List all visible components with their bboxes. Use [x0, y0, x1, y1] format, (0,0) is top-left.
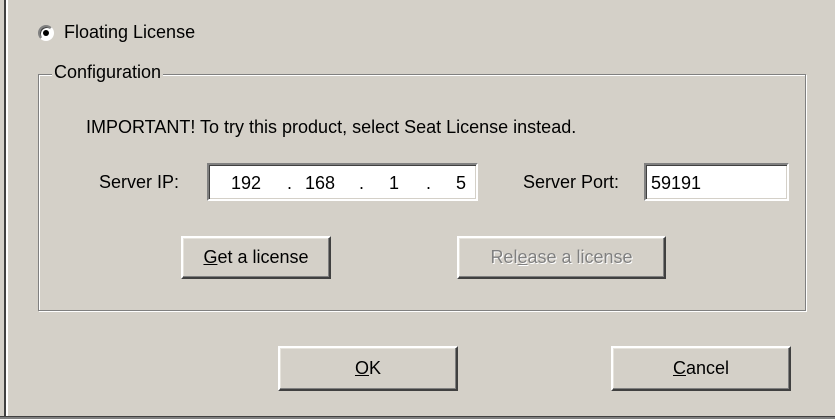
ip-octet-4[interactable]: 5 — [456, 173, 466, 194]
important-note: IMPORTANT! To try this product, select S… — [86, 117, 577, 137]
release-license-mnemonic: e — [517, 247, 528, 267]
floating-license-label[interactable]: Floating License — [64, 22, 195, 43]
release-license-label-prefix: Rel — [490, 247, 518, 267]
ip-dot-1: . — [287, 173, 293, 193]
server-port-input[interactable]: 59191 — [644, 163, 789, 201]
ip-octet-3[interactable]: 1 — [389, 173, 399, 194]
cancel-label-rest: ancel — [685, 358, 730, 378]
server-port-label: Server Port: — [523, 172, 620, 192]
ok-label-rest: K — [369, 358, 382, 378]
ip-octet-2[interactable]: 168 — [305, 173, 335, 194]
server-ip-input[interactable]: 192 . 168 . 1 . 5 — [207, 163, 478, 201]
get-license-button[interactable]: Get a license — [181, 236, 331, 279]
floating-license-option[interactable]: Floating License — [38, 22, 195, 43]
server-ip-label: Server IP: — [99, 172, 180, 192]
get-license-label-rest: et a license — [217, 247, 309, 267]
get-license-mnemonic: G — [203, 247, 218, 267]
floating-license-radio[interactable] — [38, 24, 54, 41]
ip-dot-3: . — [426, 173, 432, 193]
window-left-border — [0, 0, 8, 419]
ok-button[interactable]: OK — [278, 346, 458, 391]
release-license-label-rest: ase a license — [527, 247, 633, 267]
ok-mnemonic: O — [354, 358, 369, 378]
cancel-button[interactable]: Cancel — [611, 346, 791, 391]
ip-octet-1[interactable]: 192 — [231, 173, 261, 194]
cancel-mnemonic: C — [672, 358, 686, 378]
release-license-button: Rel e ase a license — [457, 236, 666, 279]
ip-dot-2: . — [359, 173, 365, 193]
configuration-group-title: Configuration — [52, 62, 164, 83]
